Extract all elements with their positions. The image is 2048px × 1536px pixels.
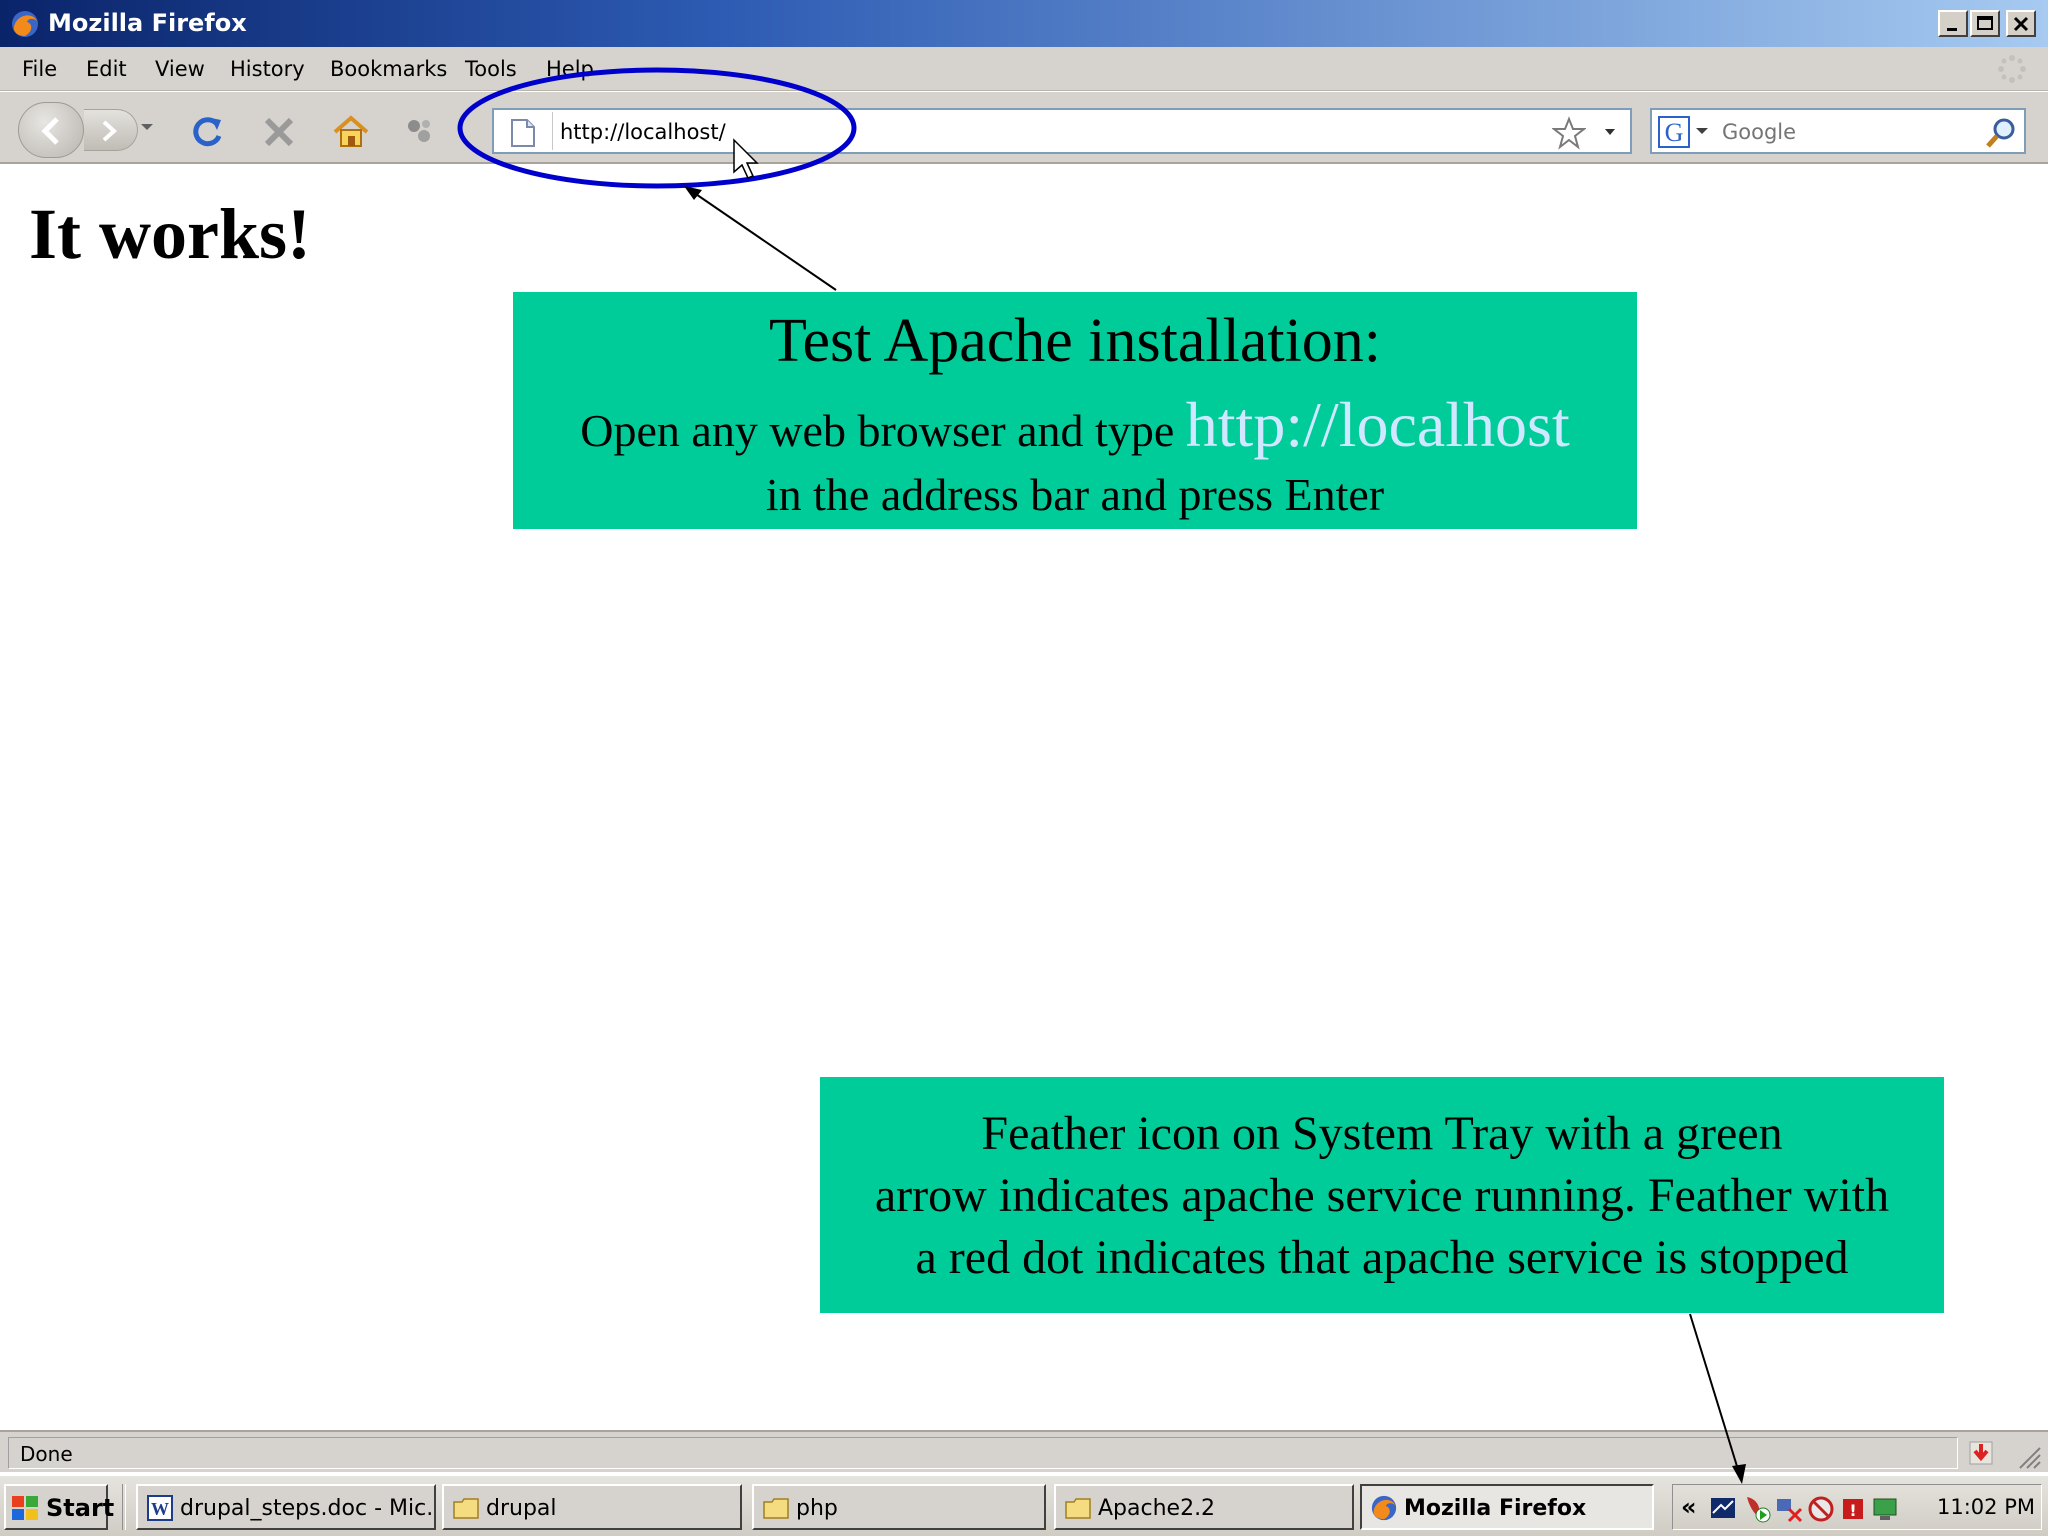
callout-2-line-3: a red dot indicates that apache service … (915, 1231, 1849, 1284)
svg-text:!: ! (1849, 1501, 1856, 1520)
addon-status-icon[interactable] (1966, 1438, 1996, 1468)
tray-expand-button[interactable]: « (1681, 1493, 1697, 1521)
callout-line-1-text: Open any web browser and type (580, 405, 1175, 456)
address-bar[interactable] (492, 108, 1632, 154)
url-divider (552, 112, 553, 150)
close-button[interactable] (2006, 10, 2036, 37)
apache-feather-running-icon[interactable] (1743, 1495, 1771, 1523)
url-dropdown-icon[interactable] (1604, 128, 1616, 136)
security-tray-icon[interactable] (1807, 1495, 1835, 1523)
throbber-icon (1998, 55, 2026, 83)
start-button[interactable]: Start (4, 1484, 114, 1530)
callout-2-line-2: arrow indicates apache service running. … (874, 1169, 1890, 1222)
close-icon (2013, 16, 2029, 32)
callout-line-1: Open any web browser and type http://loc… (513, 388, 1637, 462)
network-monitor-tray-icon[interactable] (1709, 1495, 1737, 1523)
windows-flag-icon (12, 1496, 38, 1520)
svg-text:G: G (1665, 118, 1684, 147)
bookmark-star-icon[interactable] (1552, 116, 1586, 150)
quicklaunch-separator (122, 1484, 126, 1530)
title-bar[interactable]: Mozilla Firefox (0, 0, 2048, 47)
taskbar-item-drupal[interactable]: drupal (442, 1484, 742, 1530)
word-doc-icon: W (147, 1495, 173, 1521)
back-arrow-icon (41, 117, 59, 145)
callout-2-line-1: Feather icon on System Tray with a green (981, 1107, 1783, 1160)
resize-grip-icon[interactable] (2014, 1442, 2042, 1470)
menu-view[interactable]: View (155, 57, 205, 81)
taskbar-item-label: Apache2.2 (1098, 1496, 1216, 1521)
minimize-button[interactable] (1938, 10, 1968, 37)
maximize-button[interactable] (1970, 10, 2000, 37)
taskbar-item-php[interactable]: php (752, 1484, 1046, 1530)
forward-button[interactable] (84, 109, 138, 151)
menu-edit[interactable]: Edit (86, 57, 127, 81)
status-panel (8, 1437, 1958, 1469)
reload-icon[interactable] (187, 112, 227, 152)
start-label: Start (46, 1494, 115, 1522)
clock: 11:02 PM (1937, 1495, 2035, 1519)
organizer-icon[interactable] (400, 112, 440, 152)
taskbar-item-apache[interactable]: Apache2.2 (1054, 1484, 1354, 1530)
callout-feather-icon: Feather icon on System Tray with a green… (820, 1077, 1944, 1313)
status-bar: Done (0, 1430, 2048, 1472)
folder-icon (453, 1498, 479, 1519)
taskbar-item-label: Mozilla Firefox (1404, 1496, 1587, 1521)
taskbar-item-label: drupal (486, 1496, 557, 1521)
folder-icon (1065, 1498, 1091, 1519)
back-button[interactable] (18, 102, 84, 158)
window-title: Mozilla Firefox (48, 9, 247, 37)
stop-icon[interactable] (259, 112, 299, 152)
system-tray: « ! 11:02 PM (1672, 1484, 2042, 1530)
search-bar[interactable]: G (1650, 108, 2026, 154)
taskbar-item-word[interactable]: W drupal_steps.doc - Mic... (136, 1484, 436, 1530)
callout-line-2: in the address bar and press Enter (765, 469, 1385, 520)
taskbar-item-firefox[interactable]: Mozilla Firefox (1360, 1484, 1654, 1530)
page-heading: It works! (29, 194, 311, 274)
firefox-logo-icon (12, 11, 38, 37)
google-engine-icon[interactable]: G (1658, 116, 1710, 148)
display-tray-icon[interactable] (1871, 1495, 1899, 1523)
folder-icon (763, 1498, 789, 1519)
page-icon (511, 119, 535, 147)
menu-history[interactable]: History (230, 57, 305, 81)
home-icon[interactable] (331, 112, 371, 152)
svg-text:W: W (151, 1499, 169, 1519)
firefox-icon (1371, 1495, 1397, 1521)
taskbar-item-label: php (796, 1496, 838, 1521)
menu-file[interactable]: File (22, 57, 57, 81)
url-input[interactable] (560, 120, 1460, 144)
taskbar-item-label: drupal_steps.doc - Mic... (180, 1496, 436, 1521)
antivirus-tray-icon[interactable]: ! (1839, 1495, 1867, 1523)
windows-taskbar: Start W drupal_steps.doc - Mic... drupal… (0, 1474, 2048, 1536)
search-input[interactable] (1722, 120, 1972, 144)
maximize-icon (1977, 16, 1993, 30)
magnifier-search-icon[interactable] (1984, 116, 2018, 150)
status-text: Done (20, 1442, 73, 1466)
menu-bar: File Edit View History Bookmarks Tools H… (0, 47, 2048, 91)
navigation-toolbar: G (0, 92, 2048, 164)
menu-bookmarks[interactable]: Bookmarks (330, 57, 447, 81)
network-disconnected-icon[interactable] (1775, 1495, 1803, 1523)
menu-tools[interactable]: Tools (465, 57, 517, 81)
callout-title: Test Apache installation: (768, 307, 1382, 375)
menu-help[interactable]: Help (546, 57, 594, 81)
callout-localhost-link: http://localhost (1185, 389, 1570, 460)
minimize-icon (1947, 28, 1957, 31)
callout-test-apache: Test Apache installation: Open any web b… (513, 292, 1637, 529)
page-content: It works! Test Apache installation: Open… (5, 165, 2043, 1430)
forward-arrow-icon (102, 120, 117, 142)
history-dropdown-icon[interactable] (140, 122, 154, 132)
